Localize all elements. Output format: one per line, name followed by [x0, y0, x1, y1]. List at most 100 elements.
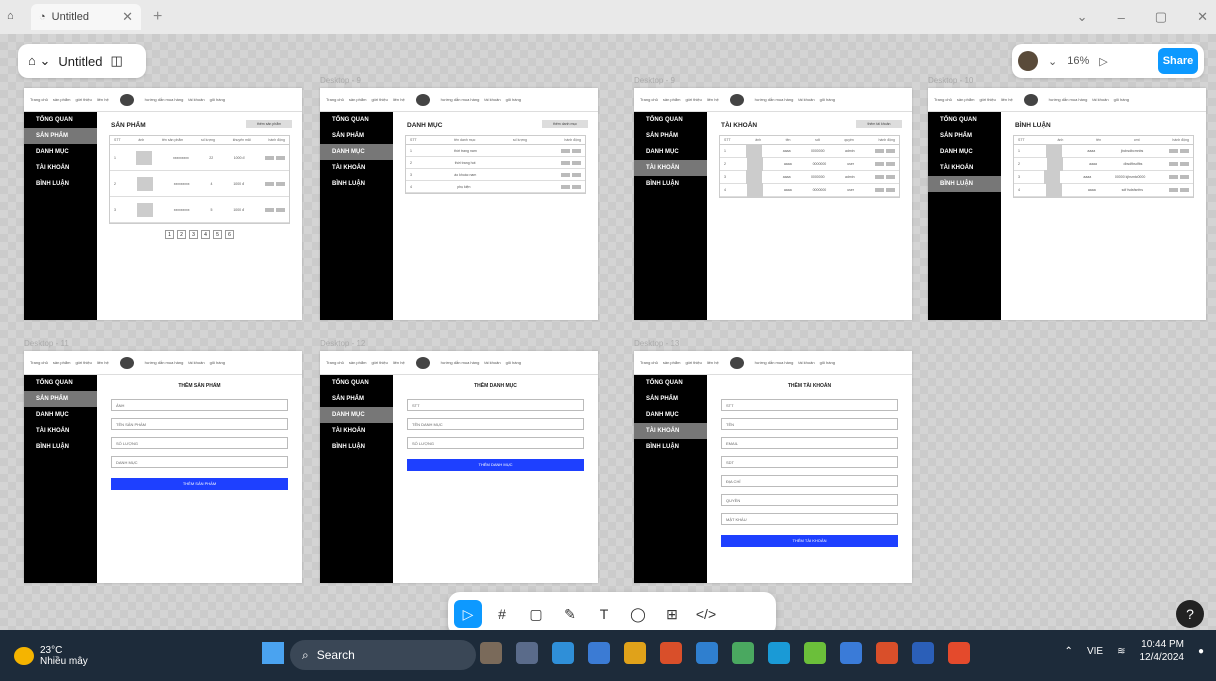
sidebar-item[interactable]: BÌNH LUẬN: [320, 439, 393, 455]
edit-button[interactable]: [560, 172, 570, 177]
figma-icon[interactable]: [948, 642, 970, 664]
form-field[interactable]: TÊN SẢN PHẨM: [111, 418, 288, 430]
sidebar-item[interactable]: DANH MỤC: [634, 407, 707, 423]
edit-button[interactable]: [1168, 188, 1178, 192]
frame-label[interactable]: Desktop - 9: [320, 76, 361, 85]
panel-toggle-icon[interactable]: ◫: [110, 53, 122, 69]
sidebar-item[interactable]: TÀI KHOẢN: [320, 160, 393, 176]
sidebar-item[interactable]: TỔNG QUAN: [928, 112, 1001, 128]
nav-link[interactable]: hướng dẫn mua hàng: [755, 97, 794, 102]
nav-link[interactable]: Trang chủ: [640, 97, 658, 102]
nav-link[interactable]: Trang chủ: [640, 360, 658, 365]
browser-tab[interactable]: ◔ Untitled ✕: [31, 4, 141, 30]
sidebar-item[interactable]: TỔNG QUAN: [24, 112, 97, 128]
table-row[interactable]: 2 aaaa dbsdfbsdfbs: [1014, 157, 1193, 171]
form-field[interactable]: STT: [721, 399, 898, 411]
nav-link[interactable]: Trang chủ: [326, 360, 344, 365]
zoom-level[interactable]: 16%: [1067, 55, 1089, 67]
table-row[interactable]: 1 aaaa jbcbsdbcmnbs: [1014, 144, 1193, 158]
sidebar-item[interactable]: TÀI KHOẢN: [634, 160, 707, 176]
frame-label[interactable]: Desktop - 9: [634, 76, 675, 85]
chevron-up-icon[interactable]: ⌃: [1065, 646, 1073, 657]
delete-button[interactable]: [885, 188, 895, 192]
table-row[interactable]: 4 phụ kiện: [406, 181, 585, 193]
design-frame[interactable]: Trang chủ sản phẩm giới thiệu liên hệ hướng …: [634, 88, 912, 320]
form-field[interactable]: SỐ LƯỢNG: [407, 437, 584, 449]
nav-link[interactable]: giỏ hàng: [820, 97, 835, 102]
nav-link[interactable]: sản phẩm: [663, 360, 681, 365]
edit-button[interactable]: [1168, 175, 1178, 179]
delete-button[interactable]: [571, 160, 581, 165]
word-icon[interactable]: [912, 642, 934, 664]
sidebar-item[interactable]: TỔNG QUAN: [320, 112, 393, 128]
form-field[interactable]: MẬT KHẨU: [721, 513, 898, 525]
page-button[interactable]: 6: [225, 230, 234, 239]
edit-button[interactable]: [874, 162, 884, 166]
sidebar-item[interactable]: TÀI KHOẢN: [634, 423, 707, 439]
nav-link[interactable]: sản phẩm: [53, 360, 71, 365]
form-field[interactable]: SDT: [721, 456, 898, 468]
edit-button[interactable]: [1169, 162, 1178, 166]
page-button[interactable]: 4: [201, 230, 210, 239]
app-icon[interactable]: [804, 642, 826, 664]
edit-button[interactable]: [874, 175, 884, 179]
sidebar-item[interactable]: SẢN PHẨM: [928, 128, 1001, 144]
edit-button[interactable]: [264, 181, 274, 186]
nav-link[interactable]: giỏ hàng: [506, 97, 521, 102]
sidebar-item[interactable]: DANH MỤC: [928, 144, 1001, 160]
sidebar-item[interactable]: SẢN PHẨM: [634, 128, 707, 144]
chevron-down-icon[interactable]: ⌄: [1048, 55, 1057, 68]
table-row[interactable]: 3 aaaa 00000 kjhsmtc0000: [1014, 170, 1193, 184]
table-row[interactable]: 2 xxxxxxxxx 4 1000 đ: [110, 171, 289, 197]
delete-button[interactable]: [275, 181, 285, 186]
form-field[interactable]: SỐ LƯỢNG: [111, 437, 288, 449]
sidebar-item[interactable]: DANH MỤC: [634, 144, 707, 160]
design-frame[interactable]: Trang chủ sản phẩm giới thiệu liên hệ hướng …: [928, 88, 1206, 320]
nav-link[interactable]: giới thiệu: [75, 360, 91, 365]
avatar[interactable]: [1018, 51, 1038, 71]
notification-icon[interactable]: ●: [1198, 646, 1204, 657]
nav-link[interactable]: Trang chủ: [30, 360, 48, 365]
page-button[interactable]: 5: [213, 230, 222, 239]
nav-link[interactable]: liên hệ: [393, 97, 405, 102]
sidebar-item[interactable]: TỔNG QUAN: [634, 375, 707, 391]
sidebar-item[interactable]: DANH MỤC: [24, 144, 97, 160]
table-row[interactable]: 1 xxxxxxxxx 22 1000 đ: [110, 145, 289, 171]
form-field[interactable]: DANH MỤC: [111, 456, 288, 468]
nav-link[interactable]: tài khoản: [188, 97, 204, 102]
frame-label[interactable]: Desktop - 12: [320, 339, 365, 348]
nav-link[interactable]: liên hệ: [707, 97, 719, 102]
page-button[interactable]: 1: [165, 230, 174, 239]
comment-icon[interactable]: ◯: [624, 600, 652, 628]
clock[interactable]: 10:44 PM 12/4/2024: [1139, 638, 1184, 664]
shape-icon[interactable]: ▢: [522, 600, 550, 628]
nav-link[interactable]: tài khoản: [798, 360, 814, 365]
sidebar-item[interactable]: DANH MỤC: [320, 407, 393, 423]
frame-icon[interactable]: #: [488, 600, 516, 628]
edit-button[interactable]: [560, 148, 570, 153]
frame-label[interactable]: Desktop - 13: [634, 339, 679, 348]
table-row[interactable]: 3 áo khoác nam: [406, 169, 585, 181]
form-field[interactable]: STT: [407, 399, 584, 411]
table-row[interactable]: 4 aaaa 0000000 user: [720, 183, 899, 197]
delete-button[interactable]: [571, 148, 581, 153]
nav-link[interactable]: liên hệ: [707, 360, 719, 365]
design-frame[interactable]: Trang chủ sản phẩm giới thiệu liên hệ hướng …: [634, 351, 912, 583]
main-menu-icon[interactable]: ⌂ ⌄: [28, 53, 50, 69]
text-icon[interactable]: T: [590, 600, 618, 628]
sidebar-item[interactable]: SẢN PHẨM: [320, 128, 393, 144]
table-row[interactable]: 1 thời trang nam: [406, 145, 585, 157]
delete-button[interactable]: [571, 184, 581, 189]
pen-icon[interactable]: ✎: [556, 600, 584, 628]
app-icon[interactable]: [732, 642, 754, 664]
nav-link[interactable]: hướng dẫn mua hàng: [145, 97, 184, 102]
nav-link[interactable]: tài khoản: [484, 360, 500, 365]
dev-mode-icon[interactable]: </>: [692, 600, 720, 628]
add-button[interactable]: thêm danh mục: [542, 120, 588, 128]
nav-link[interactable]: hướng dẫn mua hàng: [1049, 97, 1088, 102]
nav-link[interactable]: liên hệ: [393, 360, 405, 365]
edit-button[interactable]: [560, 184, 570, 189]
submit-button[interactable]: THÊM SẢN PHẨM: [111, 478, 288, 490]
file-name[interactable]: Untitled: [58, 54, 102, 69]
form-field[interactable]: TÊN: [721, 418, 898, 430]
